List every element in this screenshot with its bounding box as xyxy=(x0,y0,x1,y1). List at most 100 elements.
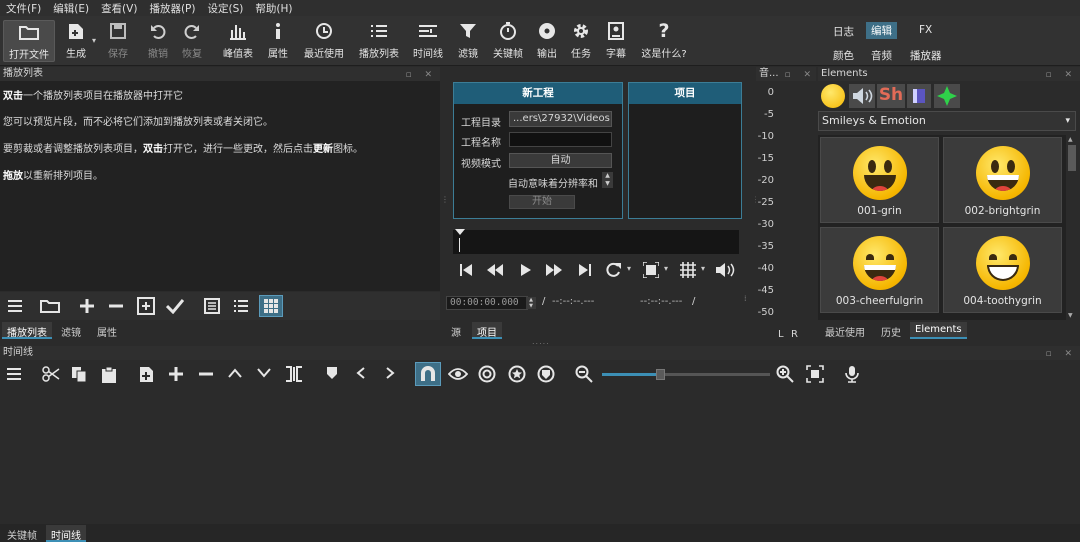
generate-button[interactable]: 生成 xyxy=(58,20,94,62)
grid-view-icon[interactable] xyxy=(259,295,283,317)
grid-dropdown-icon[interactable]: ▾ xyxy=(701,264,705,273)
element-tile[interactable]: 004-toothygrin xyxy=(943,227,1062,313)
tab-source[interactable]: 源 xyxy=(446,322,466,339)
element-tile[interactable]: 003-cheerfulgrin xyxy=(820,227,939,313)
zoom-slider[interactable] xyxy=(602,369,770,380)
undo-button[interactable]: 撤销 xyxy=(144,20,172,62)
skip-next-icon[interactable] xyxy=(579,264,591,276)
menu-view[interactable]: 查看(V) xyxy=(95,0,143,16)
grid-overlay-icon[interactable] xyxy=(680,262,696,278)
elements-scrollbar[interactable]: ▲ ▼ xyxy=(1067,135,1077,320)
timeline-button[interactable]: 时间线 xyxy=(410,20,446,62)
element-tile[interactable]: 001-grin xyxy=(820,137,939,223)
panel-float-close-icon[interactable]: ▫ ✕ xyxy=(405,68,437,82)
tab-project[interactable]: 项目 xyxy=(472,322,502,339)
panel-float-close-icon[interactable]: ▫ ✕ xyxy=(784,68,816,82)
zoom-dropdown-icon[interactable]: ▾ xyxy=(664,264,668,273)
menu-icon[interactable] xyxy=(6,297,24,315)
project-name-input[interactable] xyxy=(509,132,612,147)
filters-button[interactable]: 滤镜 xyxy=(454,20,482,62)
tab-properties[interactable]: 属性 xyxy=(92,322,122,339)
category-symbols-icon[interactable]: Sh xyxy=(877,84,905,108)
menu-settings[interactable]: 设定(S) xyxy=(201,0,249,16)
splitter-handle-left[interactable]: ⋮ xyxy=(441,195,449,204)
timeline-menu-icon[interactable] xyxy=(6,367,22,381)
layout-tab-color[interactable]: 颜色 xyxy=(828,47,859,64)
category-flags-icon[interactable] xyxy=(907,84,931,108)
recent-button[interactable]: 最近使用 xyxy=(300,20,348,62)
split-icon[interactable] xyxy=(285,366,303,382)
scroll-up-icon[interactable]: ▲ xyxy=(1068,136,1073,143)
redo-button[interactable]: 恢复 xyxy=(178,20,206,62)
timecode-spin-icon[interactable]: ▲ ▼ xyxy=(526,297,536,309)
tab-history[interactable]: 历史 xyxy=(876,322,906,339)
checkmark-icon[interactable] xyxy=(166,297,184,315)
detail-view-icon[interactable] xyxy=(203,297,221,315)
loop-dropdown-icon[interactable]: ▾ xyxy=(627,264,631,273)
panel-float-close-icon[interactable]: ▫ ✕ xyxy=(1045,347,1077,361)
tab-timeline[interactable]: 时间线 xyxy=(46,525,86,542)
resize-handle[interactable]: ⁞ xyxy=(744,294,747,303)
output-button[interactable]: 输出 xyxy=(533,20,561,62)
snap-magnet-icon[interactable] xyxy=(415,362,441,386)
menu-help[interactable]: 帮助(H) xyxy=(249,0,298,16)
previous-marker-icon[interactable] xyxy=(356,367,366,379)
rewind-icon[interactable] xyxy=(487,264,503,276)
scroll-down-icon[interactable]: ▼ xyxy=(1068,312,1073,319)
layout-tab-log[interactable]: 日志 xyxy=(828,23,859,40)
category-sound-icon[interactable] xyxy=(849,84,875,108)
skip-previous-icon[interactable] xyxy=(460,264,472,276)
layout-tab-player[interactable]: 播放器 xyxy=(905,47,947,64)
tab-elements[interactable]: Elements xyxy=(910,322,967,339)
microphone-icon[interactable] xyxy=(845,365,859,383)
ripple-icon[interactable] xyxy=(478,365,496,383)
layout-tab-audio[interactable]: 音频 xyxy=(866,47,897,64)
next-marker-icon[interactable] xyxy=(385,367,395,379)
menu-edit[interactable]: 编辑(E) xyxy=(47,0,95,16)
category-smileys-icon[interactable] xyxy=(821,84,845,108)
menu-file[interactable]: 文件(F) xyxy=(0,0,47,16)
remove-icon[interactable] xyxy=(107,297,125,315)
play-icon[interactable] xyxy=(521,264,531,276)
keyframes-button[interactable]: 关键帧 xyxy=(490,20,526,62)
timeline-add-icon[interactable] xyxy=(168,366,184,382)
note-scroll-icon[interactable]: ▲ ▼ xyxy=(602,172,613,188)
zoom-in-icon[interactable] xyxy=(776,365,794,383)
playlist-button[interactable]: 播放列表 xyxy=(355,20,403,62)
scrub-eye-icon[interactable] xyxy=(448,366,468,382)
video-mode-select[interactable]: 自动 xyxy=(509,153,612,168)
generate-dropdown-icon[interactable]: ▾ xyxy=(92,36,96,45)
timeline-tracks-area[interactable] xyxy=(0,390,1080,524)
tab-filters[interactable]: 滤镜 xyxy=(56,322,86,339)
lift-icon[interactable] xyxy=(228,367,242,379)
zoom-fit-icon[interactable] xyxy=(643,262,659,278)
cut-icon[interactable] xyxy=(42,366,60,382)
tab-playlist[interactable]: 播放列表 xyxy=(2,322,52,339)
start-button[interactable]: 开始 xyxy=(509,195,575,209)
zoom-fit-timeline-icon[interactable] xyxy=(806,365,824,383)
category-sparkle-icon[interactable] xyxy=(934,84,960,108)
scrollbar-thumb[interactable] xyxy=(1068,145,1076,171)
properties-button[interactable]: 属性 xyxy=(264,20,292,62)
element-tile[interactable]: 002-brightgrin xyxy=(943,137,1062,223)
category-select[interactable]: Smileys & Emotion ▾ xyxy=(818,111,1076,131)
tab-keyframes[interactable]: 关键帧 xyxy=(2,525,42,542)
list-view-icon[interactable] xyxy=(232,297,250,315)
ripple-markers-icon[interactable] xyxy=(537,365,555,383)
menu-player[interactable]: 播放器(P) xyxy=(143,0,201,16)
scrubber-bar[interactable] xyxy=(453,229,739,254)
splitter-handle-bottom[interactable]: ..... xyxy=(532,337,550,346)
marker-icon[interactable] xyxy=(326,366,338,380)
paste-icon[interactable] xyxy=(101,366,117,383)
save-button[interactable]: 保存 xyxy=(104,20,132,62)
subtitles-button[interactable]: 字幕 xyxy=(602,20,630,62)
panel-float-close-icon[interactable]: ▫ ✕ xyxy=(1045,68,1077,82)
append-icon[interactable] xyxy=(139,366,157,383)
playhead-icon[interactable] xyxy=(455,229,465,235)
add-icon[interactable] xyxy=(78,297,96,315)
ripple-all-tracks-icon[interactable] xyxy=(508,365,526,383)
zoom-out-icon[interactable] xyxy=(575,365,593,383)
open-folder-icon[interactable] xyxy=(40,297,60,315)
timecode-input[interactable]: 00:00:00.000 xyxy=(446,296,528,310)
project-dir-field[interactable]: ...ers\27932\Videos xyxy=(509,111,612,127)
